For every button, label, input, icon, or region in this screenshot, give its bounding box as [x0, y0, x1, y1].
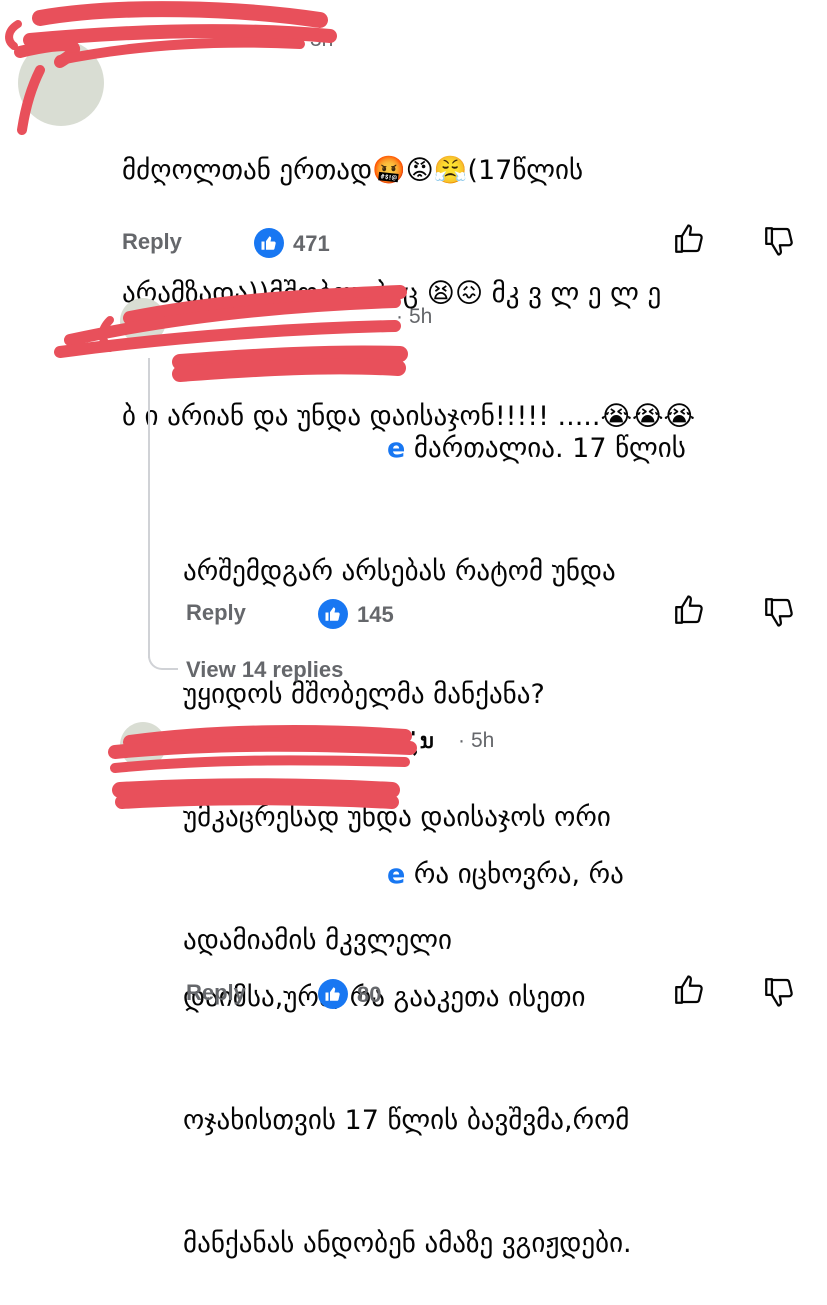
comment-3-text: e რა იცხოვრა, რა დაიმსა,ურა, რა გააკეთა … [183, 772, 813, 1305]
thumbs-up-icon[interactable] [672, 593, 706, 627]
like-badge-icon [254, 228, 284, 258]
comment-1-line: მძღოლთან ერთად🤬😡😤(17წლის [122, 155, 584, 186]
comment-1-reply-button[interactable]: Reply [122, 229, 182, 255]
comment-1-line: არამზადა))მშობლებიც 😫😖 მკ ვ ლ ე ლ ე [122, 278, 662, 309]
comment-3-mention[interactable]: e [387, 859, 405, 890]
thumbs-down-icon[interactable] [762, 224, 796, 258]
comment-3-like-count: 80 [357, 982, 382, 1007]
comment-2-time: 5h [409, 305, 433, 328]
comment-3-name-tail[interactable]: ຸ່ນ [420, 729, 434, 754]
comment-3-line: მანქანას ანდობენ ამაზე ვგიჟდები. [183, 1228, 632, 1259]
comment-2-like-count: 145 [357, 602, 394, 627]
comment-3-time-sep: · [458, 729, 465, 752]
thumbs-down-icon[interactable] [762, 595, 796, 629]
like-badge-icon [318, 599, 348, 629]
comment-2-line-text: მართალია. 17 წლის [413, 433, 686, 464]
comment-2-reply-button[interactable]: Reply [186, 600, 246, 626]
comment-3-reply-button[interactable]: Reply [186, 980, 246, 1006]
thumbs-up-icon[interactable] [672, 973, 706, 1007]
comment-1-time: 3h [310, 28, 334, 51]
view-replies-button[interactable]: View 14 replies [186, 657, 343, 683]
comment-3-line: ოჯახისთვის 17 წლის ბავშვმა,რომ [183, 1105, 630, 1136]
like-badge-icon [318, 979, 348, 1009]
thread-line-curve [148, 640, 178, 670]
comment-3-avatar[interactable] [120, 722, 166, 768]
comment-3-line: e რა იცხოვრა, რა [183, 854, 813, 895]
thread-line [148, 358, 150, 658]
comment-3-line-text: რა იცხოვრა, რა [413, 859, 624, 890]
comment-3-time: 5h [471, 729, 495, 752]
comment-1-like-count: 471 [293, 231, 330, 256]
thumbs-up-icon[interactable] [672, 222, 706, 256]
comment-3-line: დაიმსა,ურა, რა გააკეთა ისეთი [183, 982, 586, 1013]
thumbs-down-icon[interactable] [762, 975, 796, 1009]
comment-1-avatar[interactable] [18, 40, 104, 126]
comment-2-line: არშემდგარ არსებას რატომ უნდა [183, 556, 616, 587]
comment-2-mention[interactable]: e [387, 433, 405, 464]
comment-2-time-sep: · [396, 305, 403, 328]
comment-2-avatar[interactable] [120, 298, 166, 344]
comment-2-line: e მართალია. 17 წლის [183, 428, 813, 469]
